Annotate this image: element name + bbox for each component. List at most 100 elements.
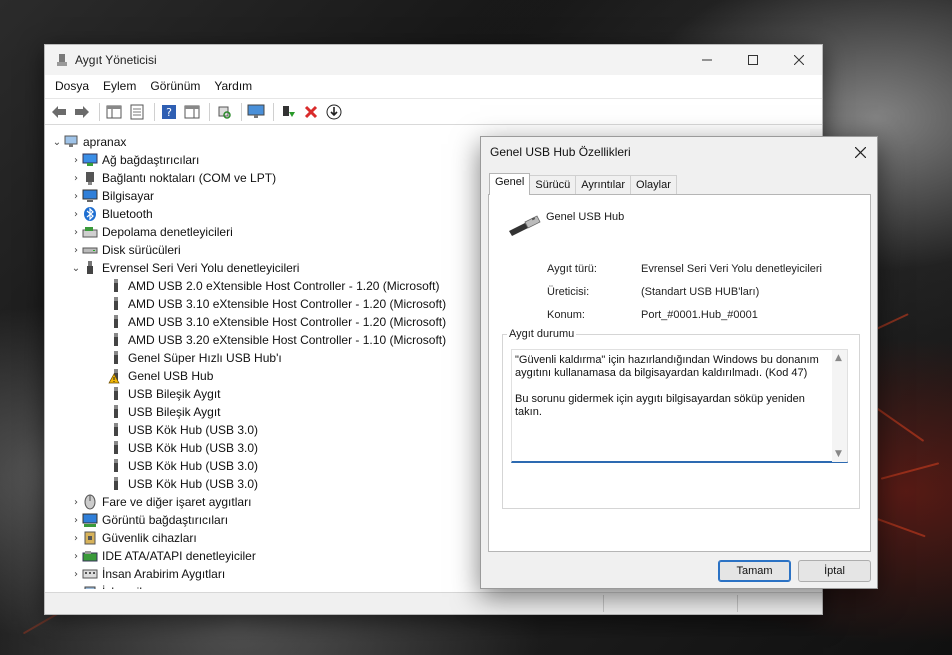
usb-device-icon (108, 386, 124, 402)
tree-category[interactable]: › Fare ve diğer işaret aygıtları (70, 493, 251, 511)
tree-item-label: AMD USB 2.0 eXtensible Host Controller -… (128, 279, 440, 293)
menu-dosya[interactable]: Dosya (55, 79, 89, 93)
expand-chevron-icon[interactable]: › (70, 587, 82, 590)
expand-chevron-icon[interactable]: › (70, 209, 82, 220)
tree-item-label: Görüntü bağdaştırıcıları (102, 513, 229, 527)
tab-genel[interactable]: Genel (489, 173, 531, 195)
tree-device[interactable]: AMD USB 3.20 eXtensible Host Controller … (89, 331, 446, 349)
menu-yardim[interactable]: Yardım (214, 79, 252, 93)
general-tab-panel: Genel USB Hub Aygıt türü: Evrensel Seri … (488, 194, 871, 552)
tree-category[interactable]: › Disk sürücüleri (70, 241, 181, 259)
computer-root-icon (63, 134, 79, 150)
expand-chevron-icon[interactable]: › (70, 173, 82, 184)
expand-chevron-icon[interactable]: › (70, 227, 82, 238)
usb-device-icon (108, 350, 124, 366)
tree-category[interactable]: › Bağlantı noktaları (COM ve LPT) (70, 169, 276, 187)
forward-button[interactable] (72, 102, 92, 122)
tree-item-label: AMD USB 3.10 eXtensible Host Controller … (128, 297, 447, 311)
tree-category[interactable]: › IDE ATA/ATAPI denetleyiciler (70, 547, 256, 565)
action-pane-button[interactable] (182, 102, 202, 122)
tree-item-label: Genel Süper Hızlı USB Hub'ı (128, 351, 282, 365)
usb-device-icon (108, 458, 124, 474)
tree-item-label: USB Kök Hub (USB 3.0) (128, 441, 259, 455)
tree-root[interactable]: ⌄ apranax (51, 133, 127, 151)
disable-device-button[interactable] (324, 102, 344, 122)
toolbar-separator (154, 102, 155, 121)
tab-surucu[interactable]: Sürücü (529, 175, 577, 195)
expand-chevron-icon[interactable]: › (70, 515, 82, 526)
tree-item-label: Fare ve diğer işaret aygıtları (102, 495, 252, 509)
properties-icon (130, 104, 144, 119)
tree-category[interactable]: › Ağ bağdaştırıcıları (70, 151, 199, 169)
minimize-button[interactable] (684, 45, 730, 75)
help-button[interactable]: ? (159, 102, 179, 122)
title-bar: Aygıt Yöneticisi (45, 45, 822, 75)
tree-device[interactable]: USB Bileşik Aygıt (89, 403, 220, 421)
properties-toolbar-button[interactable] (127, 102, 147, 122)
usb-device-icon (108, 440, 124, 456)
tree-category-usb[interactable]: ⌄ Evrensel Seri Veri Yolu denetleyicileri (70, 259, 299, 277)
display-adapter-icon (82, 512, 98, 528)
expand-chevron-icon[interactable]: › (70, 497, 82, 508)
menu-gorunum[interactable]: Görünüm (150, 79, 200, 93)
expand-chevron-icon[interactable]: › (70, 569, 82, 580)
ok-button[interactable]: Tamam (718, 560, 791, 582)
tree-item-label: Disk sürücüleri (102, 243, 181, 257)
tree-item-label: Genel USB Hub (128, 369, 214, 383)
tree-category[interactable]: › Güvenlik cihazları (70, 529, 197, 547)
tab-ayrintilar[interactable]: Ayrıntılar (575, 175, 632, 195)
minimize-icon (702, 59, 712, 61)
tree-item-label: USB Kök Hub (USB 3.0) (128, 423, 259, 437)
svg-text:?: ? (166, 106, 172, 119)
status-scrollbar[interactable]: ▲ ▼ (832, 350, 847, 462)
disk-drive-icon (82, 242, 98, 258)
tree-category[interactable]: › Bilgisayar (70, 187, 154, 205)
tree-category[interactable]: › İşlemciler (70, 583, 153, 589)
expand-chevron-icon[interactable]: › (70, 191, 82, 202)
tree-device[interactable]: USB Kök Hub (USB 3.0) (89, 457, 258, 475)
tab-olaylar[interactable]: Olaylar (630, 175, 677, 195)
tree-device[interactable]: Genel Süper Hızlı USB Hub'ı (89, 349, 282, 367)
monitor-button[interactable] (246, 102, 266, 122)
tree-device[interactable]: AMD USB 3.10 eXtensible Host Controller … (89, 295, 446, 313)
back-button[interactable] (49, 102, 69, 122)
scan-hardware-button[interactable] (214, 102, 234, 122)
device-status-textbox[interactable]: "Güvenli kaldırma" için hazırlandığından… (511, 349, 848, 463)
tree-category[interactable]: › İnsan Arabirim Aygıtları (70, 565, 225, 583)
tree-item-label: Ağ bağdaştırıcıları (102, 153, 200, 167)
uninstall-device-button[interactable] (301, 102, 321, 122)
menu-eylem[interactable]: Eylem (103, 79, 136, 93)
expand-chevron-icon[interactable]: › (70, 551, 82, 562)
tree-device[interactable]: USB Kök Hub (USB 3.0) (89, 439, 258, 457)
maximize-button[interactable] (730, 45, 776, 75)
hid-icon (82, 566, 98, 582)
show-hide-console-tree-button[interactable] (104, 102, 124, 122)
expand-chevron-icon[interactable]: › (70, 533, 82, 544)
tree-device[interactable]: USB Kök Hub (USB 3.0) (89, 475, 258, 493)
update-driver-button[interactable] (278, 102, 298, 122)
cancel-button[interactable]: İptal (798, 560, 871, 582)
tree-device-warning[interactable]: Genel USB Hub (89, 367, 213, 385)
bluetooth-icon (82, 206, 98, 222)
scroll-up-icon[interactable]: ▲ (835, 353, 842, 363)
tree-device[interactable]: USB Kök Hub (USB 3.0) (89, 421, 258, 439)
scroll-down-icon[interactable]: ▼ (835, 449, 842, 459)
tree-category[interactable]: › Görüntü bağdaştırıcıları (70, 511, 228, 529)
tree-category[interactable]: › Bluetooth (70, 205, 153, 223)
tree-category[interactable]: › Depolama denetleyicileri (70, 223, 233, 241)
toolbar-separator (241, 102, 242, 121)
dialog-tabs: Genel Sürücü Ayrıntılar Olaylar (489, 173, 677, 195)
tree-device[interactable]: AMD USB 2.0 eXtensible Host Controller -… (89, 277, 439, 295)
expand-chevron-icon[interactable]: › (70, 155, 82, 166)
close-button[interactable] (776, 45, 822, 75)
dialog-close-button[interactable] (849, 141, 871, 163)
tree-device[interactable]: AMD USB 3.10 eXtensible Host Controller … (89, 313, 446, 331)
device-type-value: Evrensel Seri Veri Yolu denetleyicileri (641, 263, 822, 275)
tree-item-label: Bilgisayar (102, 189, 155, 203)
tree-device[interactable]: USB Bileşik Aygıt (89, 385, 220, 403)
expand-chevron-icon[interactable]: › (70, 245, 82, 256)
uninstall-x-icon (304, 105, 318, 118)
update-driver-icon (283, 105, 295, 117)
collapse-chevron-icon[interactable]: ⌄ (51, 137, 63, 148)
collapse-chevron-icon[interactable]: ⌄ (70, 263, 82, 274)
